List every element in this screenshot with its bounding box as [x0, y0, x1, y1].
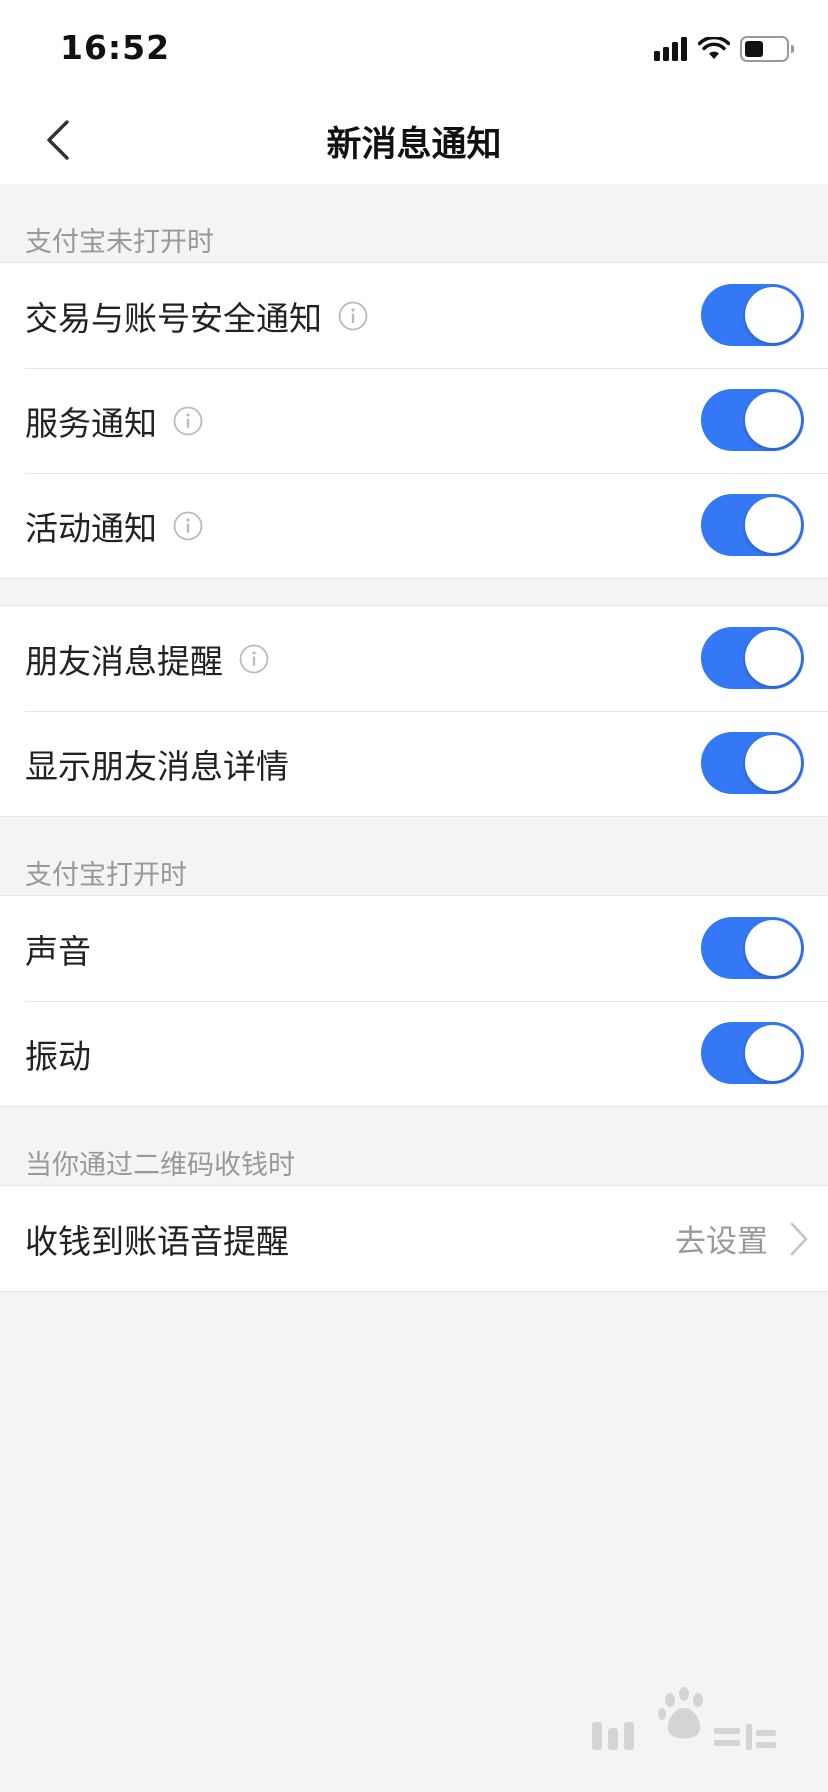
row-label: 服务通知: [25, 403, 157, 443]
nav-bar: 新消息通知: [0, 96, 828, 184]
chevron-right-icon: [790, 1222, 808, 1255]
toggle-show-friend-message-details[interactable]: [701, 732, 804, 794]
info-circle-icon[interactable]: [173, 511, 203, 541]
settings-list: 支付宝未打开时 交易与账号安全通知 服务通知 活动通知 朋友消息提醒 显示朋友消…: [0, 184, 828, 1292]
toggle-knob: [745, 287, 801, 343]
toggle-vibration[interactable]: [701, 1022, 804, 1084]
row-label: 活动通知: [25, 508, 157, 548]
row-show-friend-message-details: 显示朋友消息详情: [0, 711, 828, 816]
battery-icon: [740, 36, 794, 62]
toggle-knob: [745, 920, 801, 976]
go-settings-link[interactable]: 去设置: [675, 1186, 810, 1291]
baidu-watermark-logo: [592, 1687, 776, 1750]
go-settings-label: 去设置: [675, 1224, 768, 1260]
row-label: 朋友消息提醒: [25, 641, 223, 681]
row-friend-message-reminder: 朋友消息提醒: [0, 606, 828, 711]
toggle-knob: [745, 735, 801, 791]
info-circle-icon[interactable]: [338, 301, 368, 331]
toggle-knob: [745, 392, 801, 448]
row-label: 声音: [25, 931, 91, 971]
wifi-icon: [698, 37, 730, 59]
status-bar: 16:52: [0, 0, 828, 96]
row-label: 收钱到账语音提醒: [25, 1221, 289, 1261]
row-label: 振动: [25, 1036, 91, 1076]
group-app-closed: 交易与账号安全通知 服务通知 活动通知: [0, 262, 828, 579]
toggle-knob: [745, 497, 801, 553]
toggle-knob: [745, 630, 801, 686]
section-header-app-open: 支付宝打开时: [25, 860, 187, 891]
page-title: 新消息通知: [326, 125, 502, 165]
group-qr-payment: 收钱到账语音提醒 去设置: [0, 1185, 828, 1292]
row-vibration: 振动: [0, 1001, 828, 1106]
section-header-qr-payment: 当你通过二维码收钱时: [25, 1150, 295, 1181]
info-circle-icon[interactable]: [173, 406, 203, 436]
toggle-knob: [745, 1025, 801, 1081]
status-time: 16:52: [60, 28, 171, 67]
group-friend-messages: 朋友消息提醒 显示朋友消息详情: [0, 605, 828, 817]
group-app-open: 声音 振动: [0, 895, 828, 1107]
row-label: 显示朋友消息详情: [25, 746, 289, 786]
toggle-friend-message-reminder[interactable]: [701, 627, 804, 689]
toggle-security-notification[interactable]: [701, 284, 804, 346]
status-icons: [654, 34, 794, 64]
row-activity-notification: 活动通知: [0, 473, 828, 578]
row-payment-voice-reminder[interactable]: 收钱到账语音提醒 去设置: [0, 1186, 828, 1291]
toggle-sound[interactable]: [701, 917, 804, 979]
toggle-activity-notification[interactable]: [701, 494, 804, 556]
row-service-notification: 服务通知: [0, 368, 828, 473]
toggle-service-notification[interactable]: [701, 389, 804, 451]
row-label: 交易与账号安全通知: [25, 298, 322, 338]
row-security-notification: 交易与账号安全通知: [0, 263, 828, 368]
section-header-app-closed: 支付宝未打开时: [25, 227, 214, 258]
info-circle-icon[interactable]: [239, 644, 269, 674]
cellular-signal-icon: [654, 37, 687, 61]
row-sound: 声音: [0, 896, 828, 1001]
